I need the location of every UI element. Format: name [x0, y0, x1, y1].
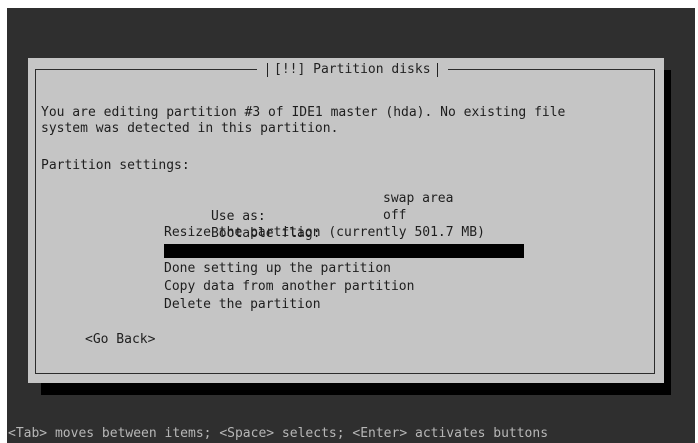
description-line-2: system was detected in this partition. [41, 121, 339, 136]
setting-use-as-value: swap area [383, 191, 454, 206]
help-status-bar: <Tab> moves between items; <Space> selec… [7, 424, 695, 443]
title-left-border-tick [267, 62, 268, 77]
setting-bootable-flag-value: off [383, 208, 407, 223]
title-right-border-tick [436, 62, 438, 77]
delete-partition-item[interactable]: Delete the partition [164, 296, 321, 314]
copy-data-item[interactable]: Copy data from another partition [164, 278, 414, 296]
done-setting-up-item[interactable]: Done setting up the partition [164, 260, 391, 278]
selected-item-highlight[interactable] [164, 244, 524, 258]
title-text: Partition disks [313, 62, 431, 77]
help-text: <Tab> moves between items; <Space> selec… [8, 426, 549, 441]
go-back-button[interactable]: <Go Back> [85, 331, 155, 349]
dialog-title: [!!] Partition disks [257, 60, 448, 80]
partition-dialog: [!!] Partition disks You are editing par… [28, 58, 664, 383]
title-priority: [!!] [274, 62, 306, 77]
resize-partition-item[interactable]: Resize the partition (currently 501.7 MB… [164, 224, 485, 242]
installer-screen: [!!] Partition disks You are editing par… [7, 8, 695, 443]
settings-heading: Partition settings: [41, 158, 190, 173]
